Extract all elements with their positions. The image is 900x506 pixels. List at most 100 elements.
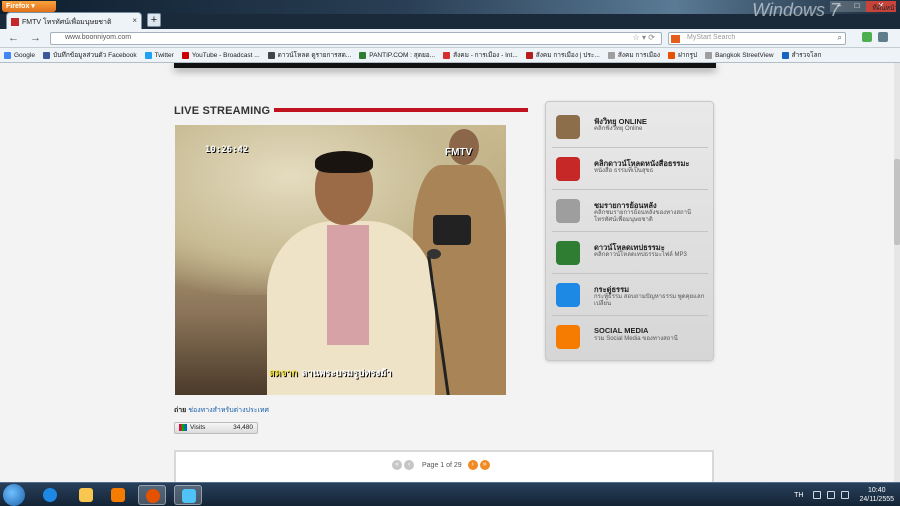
bookmark-favicon-icon (42, 51, 50, 59)
bookmark-item[interactable]: PANTIP.COM : สุดยอ... (359, 48, 435, 62)
back-arrow-icon[interactable]: ← (8, 32, 19, 44)
bookmark-item[interactable]: YouTube - Broadcast ... (181, 48, 260, 62)
bookmark-favicon-icon (267, 51, 275, 59)
url-text: www.boonniyom.com (65, 34, 132, 41)
tab-fmtv[interactable]: FMTV โทรทัศน์เพื่อมนุษยชาติ × (6, 12, 142, 29)
bookmark-item[interactable]: สังคม การเมือง | ประ... (525, 48, 600, 62)
network-icon[interactable] (827, 491, 836, 499)
clock-time: 10:40 (867, 487, 886, 494)
prev-page-icon[interactable]: ‹ (404, 460, 414, 470)
taskbar-ie[interactable] (36, 485, 64, 505)
bookmark-item[interactable]: Bangkok StreetView (705, 48, 774, 62)
bookmark-item[interactable]: Twitter (144, 48, 174, 62)
language-indicator[interactable]: TH (794, 492, 803, 499)
sidebar-item[interactable]: ฟังวิทยุ ONLINE คลิกฟังวิทยุ Online (552, 108, 708, 148)
film-icon (556, 199, 580, 223)
bookmark-label: Bangkok StreetView (715, 51, 774, 59)
sidebar-item[interactable]: กระดู่ธรรม กระทู้ธรรม สอบถามปัญหาธรรม พูด… (552, 276, 708, 316)
bookmark-label: บันทึกข้อมูลส่วนตัว Facebook (52, 52, 137, 59)
search-icon[interactable]: ⌕ (838, 33, 842, 43)
bookmark-label: Twitter (154, 51, 174, 59)
bookmarks-more[interactable]: ที่คั่นหน้า (873, 3, 898, 13)
fmtv-favicon-icon (11, 18, 19, 27)
foreign-link-text: ช่องทางสำหรับต่างประเทศ (188, 407, 269, 414)
clock[interactable]: 10:40 24/11/2555 (859, 486, 894, 504)
sidebar-item[interactable]: SOCIAL MEDIA รวม Social Media ของทางสถานี (552, 318, 708, 358)
bookmark-label: PANTIP.COM : สุดยอ... (369, 52, 436, 59)
sidebar-item[interactable]: ดาวน์โหลดเทปธรรมะ คลิกดาวน์โหลดเทปธรรมะไฟ… (552, 234, 708, 274)
sidebar-item-desc: กระทู้ธรรม สอบถามปัญหาธรรม พูดคุยแลกเปลี… (594, 294, 705, 307)
bookmark-label: ฝากรูป (678, 52, 698, 59)
web-page: LIVE STREAMING 10:26:42 FMTV สดจาก ลานพระ… (0, 63, 894, 482)
sidebar-item-desc: รวม Social Media ของทางสถานี (594, 336, 678, 342)
media-player-icon (111, 488, 125, 502)
tab-close-icon[interactable]: × (132, 16, 137, 25)
caption-text: ลานพระบรมรูปทรงม้า (301, 368, 392, 379)
first-page-icon[interactable]: « (392, 460, 402, 470)
visits-label: Visits (190, 424, 206, 432)
speaker-shirt (327, 225, 369, 345)
ie-icon (43, 488, 57, 502)
bookmark-favicon-icon (781, 51, 789, 59)
sidebar-item[interactable]: ชมรายการย้อนหลัง คลิกชมรายการย้อนหลังของท… (552, 192, 708, 232)
notification-flag-icon[interactable] (813, 491, 822, 499)
firefox-menu-label: Firefox (6, 3, 30, 10)
forward-arrow-icon[interactable]: → (30, 32, 41, 44)
tab-bar: FMTV โทรทัศน์เพื่อมนุษยชาติ × + (0, 12, 900, 29)
bookmark-item[interactable]: บันทึกข้อมูลส่วนตัว Facebook (42, 48, 137, 62)
bookmark-item[interactable]: สังคม - การเมือง - Int... (443, 48, 518, 62)
start-button[interactable] (3, 484, 25, 506)
next-page-icon[interactable]: › (467, 460, 478, 470)
search-placeholder: MyStart Search (687, 34, 736, 41)
bookmark-favicon-icon (181, 51, 189, 59)
bookmark-item[interactable]: สำรวจโลก (781, 48, 822, 62)
sidebar-item-desc: คลิกชมรายการย้อนหลังของทางสถานีโทรทัศน์เ… (594, 210, 692, 223)
bookmarks-bar: Google บันทึกข้อมูลส่วนตัว Facebook Twitte… (0, 48, 900, 63)
tab-title: FMTV โทรทัศน์เพื่อมนุษยชาติ (22, 19, 112, 26)
bookmark-favicon-icon (4, 51, 11, 59)
sidebar-item-desc: หนังสือ ธรรมที่เป็นสุขธ (594, 168, 654, 174)
foreign-channel-link[interactable]: ถ่าย ช่องทางสำหรับต่างประเทศ (174, 405, 269, 416)
bookmark-item[interactable]: สังคม การเมือง (607, 48, 661, 62)
search-engine-icon[interactable] (671, 35, 680, 43)
search-input[interactable]: MyStart Search ⌕ (668, 32, 846, 45)
last-page-icon[interactable]: » (479, 460, 490, 470)
live-video-player[interactable]: 10:26:42 FMTV สดจาก ลานพระบรมรูปทรงม้า (175, 125, 506, 395)
fmtv-logo: FMTV (445, 147, 473, 158)
bookmark-star-icon[interactable]: ☆ ▾ ⟳ (633, 33, 655, 42)
home-icon[interactable] (878, 32, 888, 42)
taskbar-app-window[interactable] (174, 485, 202, 505)
addon-icon[interactable] (862, 32, 872, 42)
bookmark-favicon-icon (443, 51, 451, 59)
camera-icon (433, 215, 471, 245)
bookmark-item[interactable]: Google (4, 48, 35, 62)
sidebar-item[interactable]: คลิกดาวน์โหลดหนังสือธรรมะ หนังสือ ธรรมที่… (552, 150, 708, 190)
maximize-icon[interactable]: □ (848, 1, 866, 12)
page-scrollbar[interactable] (894, 63, 900, 482)
video-caption: สดจาก ลานพระบรมรูปทรงม้า (175, 366, 506, 381)
system-tray: TH 10:40 24/11/2555 (794, 486, 894, 504)
page-indicator: Page 1 of 29 (422, 461, 462, 469)
bookmark-item[interactable]: ฝากรูป (668, 48, 697, 62)
firefox-menu-button[interactable]: Firefox ▾ (2, 1, 56, 12)
caption-live-tag: สดจาก (269, 368, 298, 379)
volume-icon[interactable] (841, 491, 850, 499)
navigation-bar: ← → www.boonniyom.com ☆ ▾ ⟳ MyStart Sear… (0, 29, 900, 48)
url-bar[interactable]: www.boonniyom.com ☆ ▾ ⟳ (50, 32, 662, 45)
taskbar-explorer[interactable] (72, 485, 100, 505)
bookmark-item[interactable]: ดาวน์โหลด ดูรายการสด... (267, 48, 351, 62)
visits-count: 34,480 (233, 424, 253, 431)
pdf-icon (556, 157, 580, 181)
taskbar-firefox[interactable] (138, 485, 166, 505)
bookmark-label: Google (14, 51, 35, 59)
app-window-icon (182, 489, 196, 503)
new-tab-button[interactable]: + (147, 13, 161, 27)
microphone-icon (427, 249, 441, 259)
bookmark-label: สังคม การเมือง (617, 52, 661, 59)
radio-icon (556, 115, 580, 139)
bookmark-favicon-icon (668, 51, 676, 59)
taskbar-media-player[interactable] (104, 485, 132, 505)
scrollbar-thumb[interactable] (894, 159, 900, 245)
minimize-icon[interactable]: – (830, 1, 848, 12)
sidebar-item-title: SOCIAL MEDIA (594, 326, 649, 335)
